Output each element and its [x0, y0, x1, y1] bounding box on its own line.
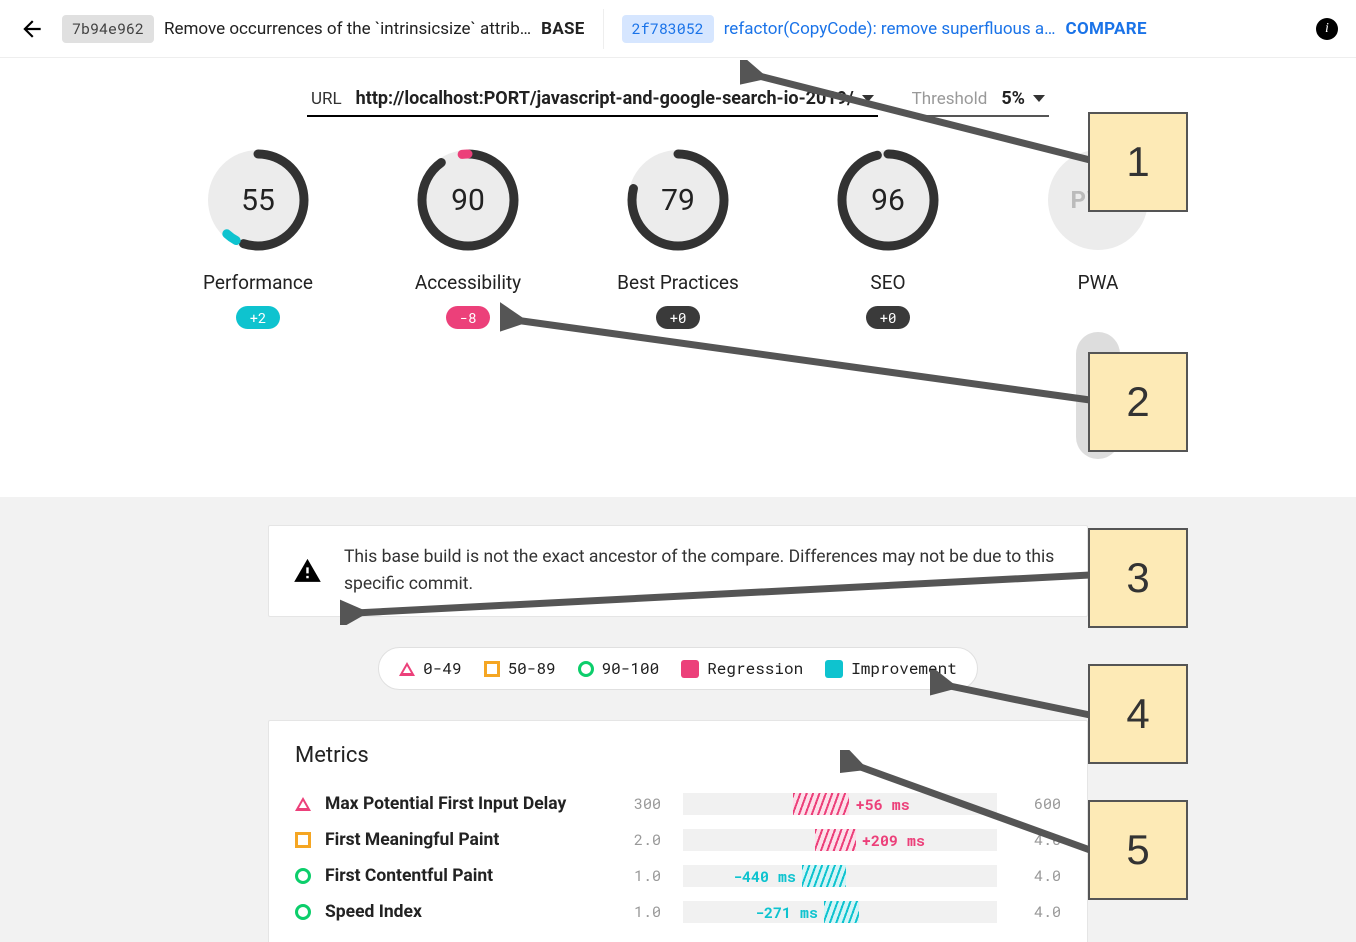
arrow-left-icon [19, 16, 45, 42]
gauge-accessibility[interactable]: 90 Accessibility -8 [398, 145, 538, 459]
circle-icon [295, 868, 311, 884]
gauge-label: PWA [1078, 271, 1119, 294]
legend-range-90-100: 90-100 [578, 658, 660, 679]
metric-row[interactable]: First Meaningful Paint 2.0 +209 ms 4.0 [295, 822, 1061, 858]
compare-commit-message: refactor(CopyCode): remove superfluous a… [724, 19, 1056, 39]
legend-regression: Regression [681, 658, 803, 679]
topbar: 7b94e962 Remove occurrences of the `intr… [0, 0, 1356, 58]
metrics-card: Metrics Max Potential First Input Delay 3… [268, 720, 1088, 942]
triangle-icon [399, 662, 415, 676]
metric-row[interactable]: Max Potential First Input Delay 300 +56 ms… [295, 786, 1061, 822]
gauge-best-practices[interactable]: 79 Best Practices +0 [608, 145, 748, 459]
warning-text: This base build is not the exact ancesto… [344, 544, 1063, 598]
metric-name: Max Potential First Input Delay [325, 794, 605, 814]
square-icon [295, 832, 311, 848]
metric-delta: +209 ms [862, 831, 925, 851]
chevron-down-icon [862, 95, 874, 102]
divider [603, 9, 604, 49]
gauge-seo[interactable]: 96 SEO +0 [818, 145, 958, 459]
metric-delta: -440 ms [733, 867, 796, 887]
legend: 0-49 50-89 90-100 Regression Improvement [378, 647, 978, 690]
gauge-label: SEO [870, 271, 905, 294]
info-button[interactable]: i [1316, 18, 1338, 40]
circle-icon [578, 661, 594, 677]
gauge-delta-badge: +2 [236, 306, 280, 329]
gauge-dial: 96 [833, 145, 943, 255]
metric-range-low: 2.0 [619, 830, 661, 850]
gauge-performance[interactable]: 55 Performance +2 [188, 145, 328, 459]
chevron-down-icon [1033, 95, 1045, 102]
url-select[interactable]: URL http://localhost:PORT/javascript-and… [307, 88, 878, 117]
base-commit-message: Remove occurrences of the `intrinsicsize… [164, 19, 531, 39]
metric-range-low: 1.0 [619, 902, 661, 922]
metric-row[interactable]: Speed Index 1.0 -271 ms 4.0 [295, 894, 1061, 930]
annotation-callout-1: 1 [1088, 112, 1188, 212]
threshold-label: Threshold [912, 89, 988, 109]
compare-commit[interactable]: 2f783052 refactor(CopyCode): remove supe… [622, 11, 1147, 47]
gauge-label: Accessibility [415, 271, 521, 294]
legend-range-0-49: 0-49 [399, 658, 461, 679]
metric-bar: -271 ms [683, 901, 997, 923]
annotation-callout-3: 3 [1088, 528, 1188, 628]
gauge-score: 96 [833, 145, 943, 255]
gauge-score: 55 [203, 145, 313, 255]
metric-name: First Meaningful Paint [325, 830, 605, 850]
metric-range-high: 600 [1019, 794, 1061, 814]
metrics-title: Metrics [295, 743, 1061, 768]
compare-hash: 2f783052 [622, 15, 714, 43]
gauge-dial: 79 [623, 145, 733, 255]
metric-range-high: 4.0 [1019, 830, 1061, 850]
threshold-value: 5% [1001, 88, 1045, 109]
legend-range-50-89: 50-89 [484, 658, 556, 679]
warning-card: This base build is not the exact ancesto… [268, 525, 1088, 617]
metric-name: First Contentful Paint [325, 866, 605, 886]
metric-delta: -271 ms [755, 903, 818, 923]
legend-improvement: Improvement [825, 658, 957, 679]
metric-range-low: 1.0 [619, 866, 661, 886]
improvement-swatch [825, 660, 843, 678]
annotation-callout-2: 2 [1088, 352, 1188, 452]
gauge-label: Best Practices [617, 271, 739, 294]
gauge-score: 90 [413, 145, 523, 255]
gauge-score: 79 [623, 145, 733, 255]
circle-icon [295, 904, 311, 920]
back-button[interactable] [8, 5, 56, 53]
annotation-callout-5: 5 [1088, 800, 1188, 900]
gauge-delta-badge: -8 [446, 306, 490, 329]
metric-range-low: 300 [619, 794, 661, 814]
metric-range-high: 4.0 [1019, 902, 1061, 922]
base-hash: 7b94e962 [62, 15, 154, 43]
triangle-icon [295, 797, 311, 811]
annotation-callout-4: 4 [1088, 664, 1188, 764]
metric-row[interactable]: First Contentful Paint 1.0 -440 ms 4.0 [295, 858, 1061, 894]
url-value: http://localhost:PORT/javascript-and-goo… [356, 88, 874, 109]
gauge-label: Performance [203, 271, 313, 294]
metric-delta: +56 ms [856, 795, 910, 815]
gauge-dial: 55 [203, 145, 313, 255]
metric-bar: +56 ms [683, 793, 997, 815]
metric-range-high: 4.0 [1019, 866, 1061, 886]
threshold-select[interactable]: Threshold 5% [908, 88, 1049, 117]
compare-tag: COMPARE [1066, 19, 1147, 39]
square-icon [484, 661, 500, 677]
gauge-dial: 90 [413, 145, 523, 255]
metric-name: Speed Index [325, 902, 605, 922]
commits-row: 7b94e962 Remove occurrences of the `intr… [62, 9, 1302, 49]
warning-icon [293, 554, 322, 588]
regression-swatch [681, 660, 699, 678]
gauge-delta-badge: +0 [866, 306, 910, 329]
url-label: URL [311, 89, 342, 109]
metric-bar: -440 ms [683, 865, 997, 887]
base-commit[interactable]: 7b94e962 Remove occurrences of the `intr… [62, 11, 585, 47]
gauge-delta-badge: +0 [656, 306, 700, 329]
base-tag: BASE [541, 19, 585, 39]
metric-bar: +209 ms [683, 829, 997, 851]
